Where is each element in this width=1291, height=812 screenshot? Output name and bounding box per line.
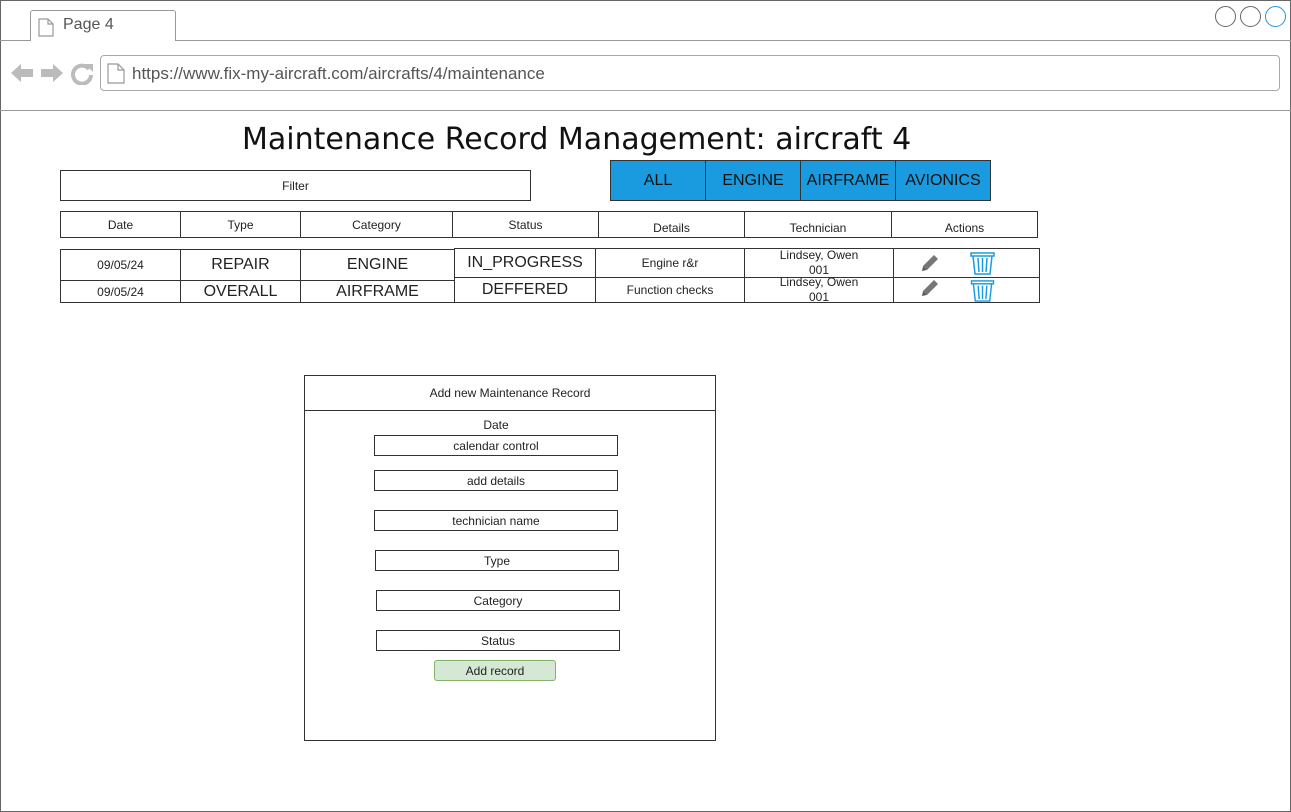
cell-type: REPAIR (180, 249, 301, 281)
cell-date: 09/05/24 (60, 249, 181, 281)
browser-nav-bar: https://www.fix-my-aircraft.com/aircraft… (0, 41, 1291, 111)
cell-status: DEFFERED (454, 277, 596, 303)
minimize-button[interactable] (1215, 6, 1236, 27)
filter-input[interactable]: Filter (60, 170, 531, 201)
form-title: Add new Maintenance Record (304, 375, 716, 411)
page-icon (107, 63, 125, 84)
category-all-button[interactable]: ALL (610, 160, 706, 201)
maximize-button[interactable] (1240, 6, 1261, 27)
cell-technician: Lindsey, Owen 001 (744, 275, 894, 304)
technician-id: 001 (808, 290, 830, 304)
technician-name-input[interactable]: technician name (374, 510, 618, 531)
column-header-technician: Technician (744, 211, 892, 238)
technician-name: Lindsey, Owen (779, 248, 859, 262)
date-label: Date (483, 418, 509, 432)
cell-actions (893, 277, 1040, 303)
category-airframe-button[interactable]: AIRFRAME (800, 160, 896, 201)
trash-icon[interactable] (970, 279, 995, 302)
cell-type: OVERALL (180, 280, 301, 303)
details-input[interactable]: add details (374, 470, 618, 491)
cell-details: Function checks (595, 277, 745, 303)
page-title: Maintenance Record Management: aircraft … (242, 122, 912, 157)
column-header-date: Date (60, 211, 181, 238)
back-arrow-icon[interactable] (10, 61, 34, 85)
cell-date: 09/05/24 (60, 280, 181, 303)
browser-tab[interactable]: Page 4 (30, 10, 176, 41)
url-text: https://www.fix-my-aircraft.com/aircraft… (132, 64, 545, 83)
trash-icon[interactable] (970, 251, 995, 275)
pencil-icon[interactable] (919, 277, 941, 299)
browser-tab-bar: Page 4 (0, 0, 1291, 41)
category-input[interactable]: Category (376, 590, 620, 611)
document-icon (38, 18, 54, 37)
close-button[interactable] (1265, 6, 1286, 27)
address-bar[interactable]: https://www.fix-my-aircraft.com/aircraft… (100, 55, 1280, 91)
column-header-type: Type (180, 211, 301, 238)
filter-placeholder: Filter (282, 178, 309, 193)
category-engine-button[interactable]: ENGINE (705, 160, 801, 201)
cell-category: ENGINE (300, 249, 455, 281)
column-header-actions: Actions (891, 211, 1038, 238)
status-input[interactable]: Status (376, 630, 620, 651)
column-header-details: Details (598, 211, 745, 238)
cell-actions (893, 248, 1040, 278)
category-avionics-button[interactable]: AVIONICS (895, 160, 991, 201)
tab-title: Page 4 (63, 16, 114, 33)
column-header-category: Category (300, 211, 453, 238)
forward-arrow-icon[interactable] (40, 61, 64, 85)
cell-status: IN_PROGRESS (454, 248, 596, 278)
cell-technician: Lindsey, Owen 001 (744, 248, 894, 278)
column-header-status: Status (452, 211, 599, 238)
pencil-icon[interactable] (919, 252, 941, 274)
type-input[interactable]: Type (375, 550, 619, 571)
reload-icon[interactable] (70, 61, 94, 85)
technician-name: Lindsey, Owen (779, 275, 859, 289)
cell-category: AIRFRAME (300, 280, 455, 303)
date-calendar-input[interactable]: calendar control (374, 435, 618, 456)
cell-details: Engine r&r (595, 248, 745, 278)
add-record-button[interactable]: Add record (434, 660, 556, 681)
